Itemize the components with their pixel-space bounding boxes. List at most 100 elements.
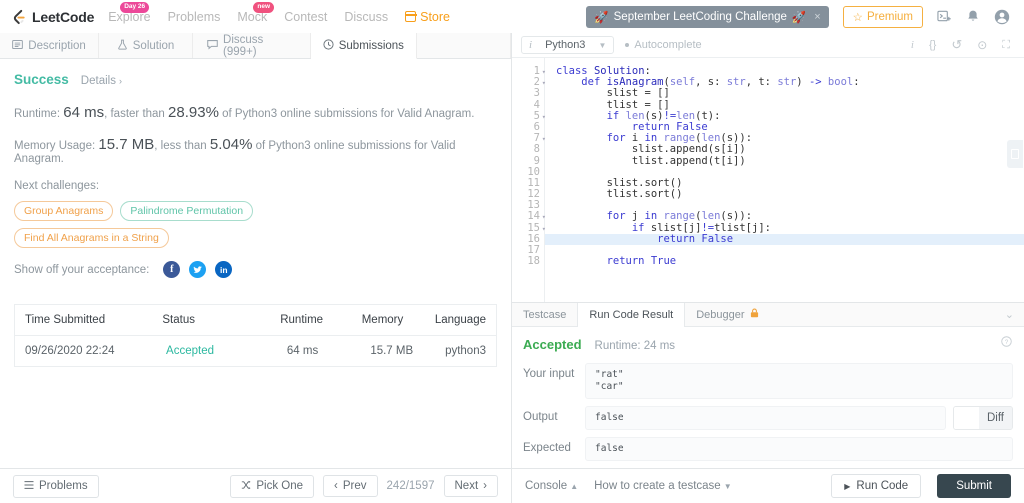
clock-icon <box>323 39 334 53</box>
tab-solution[interactable]: Solution <box>99 33 193 58</box>
line-number-3: 3 <box>512 88 544 99</box>
leetcode-logo[interactable]: LeetCode <box>10 8 94 25</box>
cell-status[interactable]: Accepted <box>156 336 277 366</box>
chevron-left-icon: ‹ <box>334 480 338 492</box>
code-line-18[interactable]: return True <box>556 256 1024 267</box>
pick-one-button[interactable]: Pick One <box>230 475 314 498</box>
code-line-9[interactable]: tlist.append(t[i]) <box>556 156 1024 167</box>
challenge-chip-group-anagrams[interactable]: Group Anagrams <box>14 201 113 221</box>
right-panel: i Python3 ▼ Autocomplete i {} ↺ ⊙ ⛶ 1▾2▾… <box>512 33 1024 503</box>
code-content[interactable]: class Solution: def isAnagram(self, s: s… <box>545 58 1024 302</box>
col-status: Status <box>152 305 270 335</box>
details-link[interactable]: Details› <box>81 75 122 87</box>
user-avatar-icon[interactable] <box>994 9 1010 25</box>
diff-toggle-knob[interactable] <box>954 407 979 429</box>
caret-up-icon: ▲ <box>570 482 578 491</box>
cell-memory: 15.7 MB <box>360 336 435 366</box>
note-page-glyph <box>1011 149 1019 159</box>
left-bottom-bar: Problems Pick One ‹ Prev 242/1597 <box>0 468 511 503</box>
close-icon[interactable]: × <box>814 11 820 23</box>
runtime-suffix: of Python3 online submissions for Valid … <box>222 108 474 120</box>
line-number-14: 14▾ <box>512 211 544 222</box>
line-number-8: 8 <box>512 144 544 155</box>
code-editor[interactable]: 1▾2▾345▾67▾891011121314▾15▾161718 class … <box>512 58 1024 302</box>
autocomplete-toggle[interactable]: Autocomplete <box>625 39 701 51</box>
leetcode-wordmark: LeetCode <box>32 9 94 25</box>
console-label: Console <box>525 480 567 492</box>
tab-description-label: Description <box>28 40 86 52</box>
language-selector[interactable]: i Python3 ▼ <box>521 36 614 54</box>
tab-testcase[interactable]: Testcase <box>512 303 577 326</box>
tab-discuss-label: Discuss (999+) <box>223 34 296 58</box>
your-input-label: Your input <box>523 363 585 380</box>
chevron-right-icon: › <box>119 76 122 86</box>
info-icon[interactable]: i <box>911 39 914 51</box>
note-page-icon[interactable] <box>1007 140 1023 168</box>
output-value: false <box>585 406 946 430</box>
tab-testcase-label: Testcase <box>523 309 566 321</box>
nav-link-contest-label: Contest <box>284 10 327 24</box>
runtime-stat-line: Runtime: 64 ms, faster than 28.93% of Py… <box>14 104 497 121</box>
code-line-16[interactable]: return False <box>545 234 1024 245</box>
line-number-gutter: 1▾2▾345▾67▾891011121314▾15▾161718 <box>512 58 545 302</box>
col-runtime: Runtime <box>270 305 352 335</box>
diff-toggle[interactable]: Diff <box>953 406 1013 430</box>
help-icon[interactable]: ? <box>1001 336 1012 350</box>
code-line-14[interactable]: for j in range(len(s)): <box>556 211 1024 222</box>
fullscreen-icon[interactable]: ⛶ <box>1002 39 1010 52</box>
tab-discuss[interactable]: Discuss (999+) <box>193 33 311 58</box>
problems-button[interactable]: Problems <box>13 475 99 498</box>
tab-run-code-result[interactable]: Run Code Result <box>577 303 685 327</box>
flask-icon <box>117 39 128 53</box>
settings-icon[interactable]: ⊙ <box>977 38 987 52</box>
tab-submissions[interactable]: Submissions <box>311 33 417 59</box>
testcase-help-link[interactable]: How to create a testcase▼ <box>594 480 731 492</box>
code-line-3[interactable]: slist = [] <box>556 88 1024 99</box>
leetcode-mark-icon <box>10 8 27 25</box>
table-row[interactable]: 09/26/2020 22:24 Accepted 64 ms 15.7 MB … <box>15 336 496 367</box>
tab-description[interactable]: Description <box>0 33 99 58</box>
caret-down-icon: ▼ <box>724 482 732 491</box>
nav-link-store[interactable]: Store <box>405 10 450 24</box>
runtime-mid: , faster than <box>104 108 165 120</box>
language-info-icon: i <box>529 39 532 51</box>
runtime-percentile: 28.93% <box>168 104 219 121</box>
nav-link-discuss[interactable]: Discuss <box>344 10 388 24</box>
bell-icon[interactable] <box>966 9 980 24</box>
right-bottom-bar: Console▲ How to create a testcase▼ ▶ Run… <box>512 468 1024 503</box>
braces-format-icon[interactable]: {} <box>929 39 936 51</box>
collapse-result-panel-icon[interactable]: ⌄ <box>995 303 1024 326</box>
tab-debugger[interactable]: Debugger <box>685 303 769 326</box>
nav-link-explore[interactable]: Explore Day 26 <box>108 10 150 24</box>
facebook-share-icon[interactable]: f <box>163 261 180 278</box>
store-icon <box>405 11 416 22</box>
submissions-table: Time Submitted Status Runtime Memory Lan… <box>14 304 497 367</box>
code-line-12[interactable]: tlist.sort() <box>556 189 1024 200</box>
linkedin-share-icon[interactable]: in <box>215 261 232 278</box>
terminal-plus-icon[interactable] <box>937 9 952 24</box>
runtime-value: 64 ms <box>63 104 104 121</box>
code-line-8[interactable]: slist.append(s[i]) <box>556 144 1024 155</box>
memory-stat-line: Memory Usage: 15.7 MB, less than 5.04% o… <box>14 136 497 165</box>
challenge-chip-palindrome-permutation[interactable]: Palindrome Permutation <box>120 201 253 221</box>
memory-value: 15.7 MB <box>98 136 154 153</box>
next-problem-button[interactable]: Next › <box>444 475 499 497</box>
nav-link-problems-label: Problems <box>168 10 221 24</box>
console-toggle[interactable]: Console▲ <box>525 480 578 492</box>
expected-row: Expected false <box>523 437 1013 461</box>
submit-button[interactable]: Submit <box>937 474 1011 498</box>
expected-label: Expected <box>523 437 585 454</box>
nav-link-problems[interactable]: Problems <box>168 10 221 24</box>
reset-icon[interactable]: ↺ <box>951 37 962 53</box>
run-code-button[interactable]: ▶ Run Code <box>831 474 921 498</box>
your-input-value[interactable]: "rat" "car" <box>585 363 1013 399</box>
prev-problem-button[interactable]: ‹ Prev <box>323 475 378 497</box>
nav-link-contest[interactable]: Contest <box>284 10 327 24</box>
challenge-chip-find-all-anagrams[interactable]: Find All Anagrams in a String <box>14 228 169 248</box>
next-challenges-label: Next challenges: <box>14 180 497 192</box>
col-time-submitted: Time Submitted <box>15 305 152 335</box>
nav-link-mock[interactable]: Mock new <box>237 10 267 24</box>
twitter-share-icon[interactable] <box>189 261 206 278</box>
premium-button[interactable]: ☆ Premium <box>843 6 923 28</box>
coding-challenge-pill[interactable]: 🚀 September LeetCoding Challenge 🚀 × <box>586 6 828 28</box>
